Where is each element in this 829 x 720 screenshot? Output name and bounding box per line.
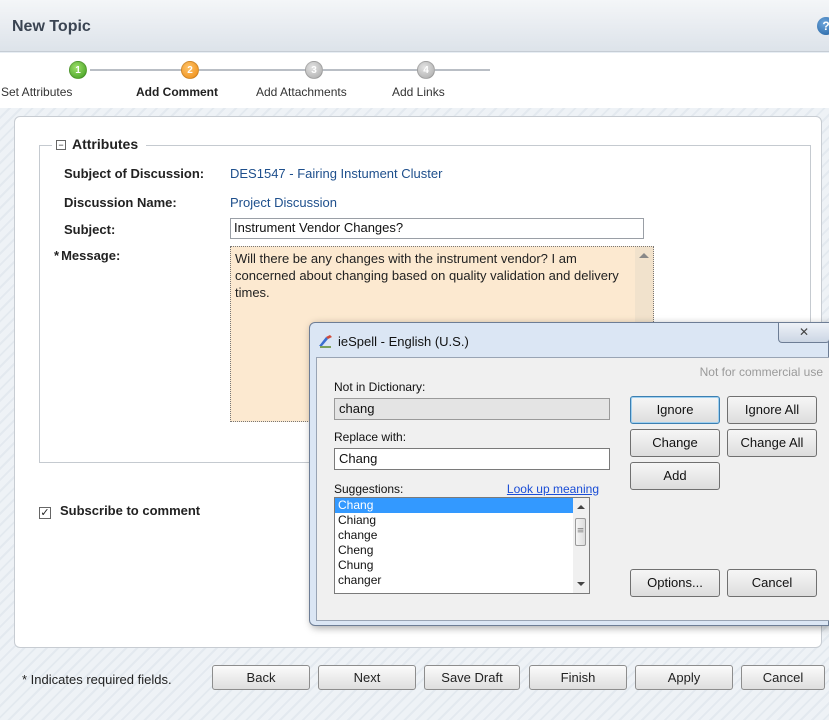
save-draft-button[interactable]: Save Draft [424, 665, 520, 690]
discussion-name-label: Discussion Name: [64, 195, 177, 210]
step-4-dot[interactable]: 4 [417, 61, 435, 79]
scroll-up-icon[interactable] [577, 505, 585, 509]
subject-of-discussion-link[interactable]: DES1547 - Fairing Instument Cluster [230, 166, 442, 181]
suggestion-item[interactable]: Cheng [335, 543, 589, 558]
replace-with-label: Replace with: [334, 430, 407, 444]
attributes-legend-text: Attributes [72, 136, 139, 152]
step-2-dot[interactable]: 2 [181, 61, 199, 79]
not-in-dictionary-field: chang [334, 398, 610, 420]
collapse-icon[interactable]: − [56, 140, 66, 150]
suggestions-list[interactable]: Chang Chiang change Cheng Chung changer [334, 497, 590, 594]
subscribe-option[interactable]: ✓ Subscribe to comment [39, 503, 200, 519]
help-icon[interactable]: ? [817, 17, 829, 35]
dialog-title: ieSpell - English (U.S.) [338, 334, 469, 349]
step-3-label[interactable]: Add Attachments [256, 85, 347, 99]
add-button[interactable]: Add [630, 462, 720, 490]
subscribe-checkbox[interactable]: ✓ [39, 507, 51, 519]
step-1-label[interactable]: Set Attributes [1, 85, 72, 99]
suggestion-item[interactable]: changer [335, 573, 589, 588]
subject-label: Subject: [64, 222, 116, 237]
next-button[interactable]: Next [318, 665, 416, 690]
message-label-text: Message: [61, 248, 121, 263]
change-button[interactable]: Change [630, 429, 720, 457]
spell-check-dialog: ieSpell - English (U.S.) ✕ Not for comme… [309, 322, 829, 626]
back-button[interactable]: Back [212, 665, 310, 690]
wizard-steps: 1 Set Attributes 2 Add Comment 3 Add Att… [0, 53, 829, 108]
subject-input[interactable]: Instrument Vendor Changes? [230, 218, 644, 239]
dialog-titlebar[interactable]: ieSpell - English (U.S.) ✕ [310, 323, 829, 357]
options-button[interactable]: Options... [630, 569, 720, 597]
step-2-label[interactable]: Add Comment [136, 85, 218, 99]
change-all-button[interactable]: Change All [727, 429, 817, 457]
iespell-logo-icon [319, 335, 332, 348]
suggestion-item[interactable]: Chung [335, 558, 589, 573]
message-text: Will there be any changes with the instr… [235, 251, 619, 300]
dialog-body: Not for commercial use Not in Dictionary… [316, 357, 829, 621]
suggestion-item[interactable]: Chiang [335, 513, 589, 528]
required-star: * [54, 248, 60, 263]
close-icon[interactable]: ✕ [778, 323, 829, 343]
scroll-down-icon[interactable] [577, 582, 585, 586]
suggestion-item[interactable]: Chang [335, 498, 589, 513]
commercial-note: Not for commercial use [699, 365, 823, 379]
ignore-all-button[interactable]: Ignore All [727, 396, 817, 424]
step-4-label[interactable]: Add Links [392, 85, 445, 99]
attributes-legend[interactable]: − Attributes [52, 136, 147, 152]
look-up-meaning-link[interactable]: Look up meaning [507, 482, 599, 496]
suggestion-item[interactable]: change [335, 528, 589, 543]
suggestions-scrollbar[interactable]: ≡ [573, 497, 590, 594]
finish-button[interactable]: Finish [529, 665, 627, 690]
page-title: New Topic [12, 18, 91, 35]
page-header: New Topic ? [0, 0, 829, 52]
suggestions-label: Suggestions: [334, 482, 404, 496]
ignore-button[interactable]: Ignore [630, 396, 720, 424]
not-in-dictionary-label: Not in Dictionary: [334, 380, 426, 394]
subscribe-label: Subscribe to comment [60, 503, 201, 518]
apply-button[interactable]: Apply [635, 665, 733, 690]
scroll-thumb[interactable]: ≡ [575, 518, 586, 546]
discussion-name-link[interactable]: Project Discussion [230, 195, 337, 210]
step-1-dot[interactable]: 1 [69, 61, 87, 79]
step-3-dot[interactable]: 3 [305, 61, 323, 79]
dialog-cancel-button[interactable]: Cancel [727, 569, 817, 597]
scroll-up-icon[interactable] [639, 253, 649, 258]
replace-with-input[interactable]: Chang [334, 448, 610, 470]
required-fields-note: * Indicates required fields. [22, 672, 172, 687]
message-label: * Message: [54, 248, 120, 263]
cancel-button[interactable]: Cancel [741, 665, 825, 690]
subject-of-discussion-label: Subject of Discussion: [64, 166, 205, 181]
